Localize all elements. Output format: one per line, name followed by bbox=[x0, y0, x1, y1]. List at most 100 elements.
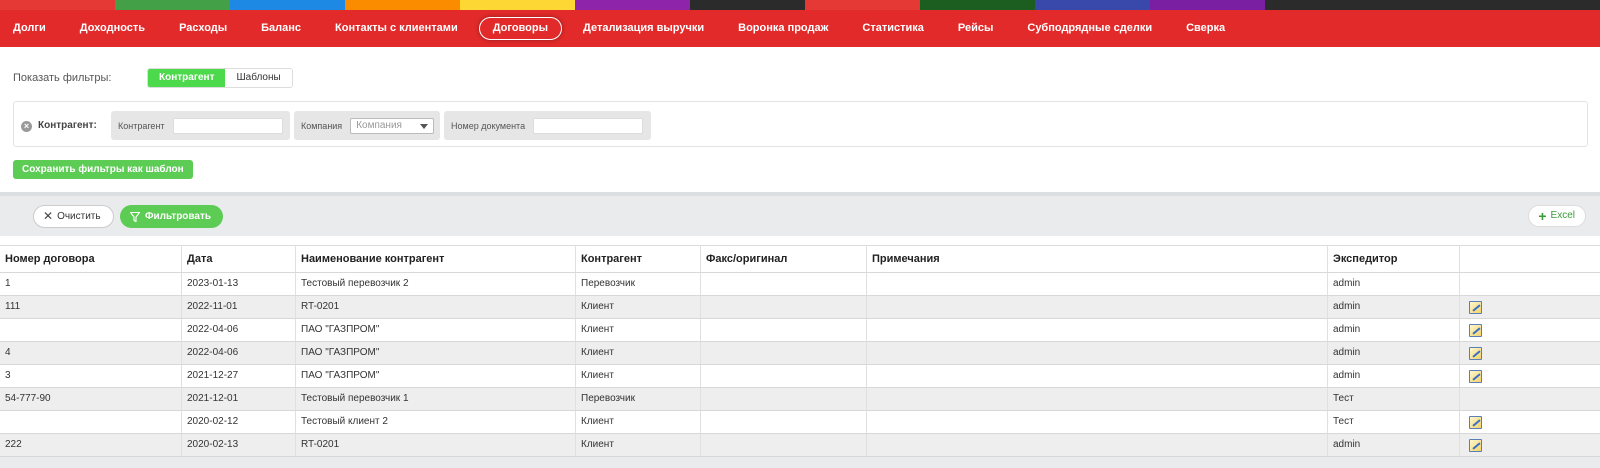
nav-item-profitability[interactable]: Доходность bbox=[67, 17, 158, 40]
table-cell-date: 2022-04-06 bbox=[182, 342, 296, 364]
nav-item-expenses[interactable]: Расходы bbox=[166, 17, 240, 40]
column-header[interactable]: Дата bbox=[182, 246, 296, 272]
table-row[interactable]: 2022-04-06 ПАО "ГАЗПРОМ" Клиент admin bbox=[0, 319, 1600, 342]
chevron-down-icon bbox=[420, 123, 429, 129]
table-cell-num: 3 bbox=[0, 365, 182, 387]
table-cell-notes bbox=[867, 319, 1328, 341]
table-cell-type: Клиент bbox=[576, 296, 701, 318]
table-cell-fax bbox=[701, 434, 867, 456]
counterparty-input[interactable] bbox=[172, 117, 283, 134]
table-cell-num bbox=[0, 319, 182, 341]
table-cell-fax bbox=[701, 319, 867, 341]
table-cell-forwarder: admin bbox=[1328, 365, 1460, 387]
main-nav: Долги Доходность Расходы Баланс Контакты… bbox=[0, 10, 1600, 47]
table-row[interactable]: 54-777-90 2021-12-01 Тестовый перевозчик 1… bbox=[0, 388, 1600, 411]
edit-icon[interactable] bbox=[1469, 324, 1482, 337]
doc-number-filter-label: Номер документа bbox=[451, 120, 526, 131]
nav-item-client-contacts[interactable]: Контакты с клиентами bbox=[322, 17, 471, 40]
table-cell-type: Клиент bbox=[576, 342, 701, 364]
excel-export-button[interactable]: + Excel bbox=[1528, 205, 1586, 227]
table-cell-notes bbox=[867, 296, 1328, 318]
filter-button[interactable]: Фильтровать bbox=[120, 205, 224, 228]
column-header bbox=[1460, 246, 1600, 272]
table-cell-name: RT-0201 bbox=[296, 434, 576, 456]
table-cell-actions bbox=[1460, 319, 1600, 341]
table-cell-actions bbox=[1460, 365, 1600, 387]
column-header[interactable]: Контрагент bbox=[576, 246, 701, 272]
table-cell-notes bbox=[867, 434, 1328, 456]
segment-templates[interactable]: Шаблоны bbox=[225, 69, 292, 87]
table-row[interactable]: 3 2021-12-27 ПАО "ГАЗПРОМ" Клиент admin bbox=[0, 365, 1600, 388]
nav-item-reconciliation[interactable]: Сверка bbox=[1173, 17, 1238, 40]
company-select[interactable]: Компания bbox=[350, 117, 435, 134]
table-row[interactable]: 111 2022-11-01 RT-0201 Клиент admin bbox=[0, 296, 1600, 319]
edit-icon[interactable] bbox=[1469, 301, 1482, 314]
nav-item-balance[interactable]: Баланс bbox=[248, 17, 314, 40]
column-header[interactable]: Номер договора bbox=[0, 246, 182, 272]
table-cell-num: 54-777-90 bbox=[0, 388, 182, 410]
edit-icon[interactable] bbox=[1469, 347, 1482, 360]
table-cell-actions bbox=[1460, 388, 1600, 410]
filter-segment-control: Контрагент Шаблоны bbox=[147, 68, 293, 88]
table-cell-fax bbox=[701, 365, 867, 387]
table-cell-type: Клиент bbox=[576, 411, 701, 433]
top-color-strip bbox=[0, 0, 1600, 10]
table-cell-date: 2022-04-06 bbox=[182, 319, 296, 341]
filter-button-label: Фильтровать bbox=[145, 211, 212, 222]
counterparty-filter-label: Контрагент bbox=[118, 120, 165, 131]
doc-number-input[interactable] bbox=[533, 117, 644, 134]
nav-item-subcontract-deals[interactable]: Субподрядные сделки bbox=[1014, 17, 1165, 40]
clear-button[interactable]: ✕ Очистить bbox=[33, 205, 114, 228]
nav-item-debts[interactable]: Долги bbox=[0, 17, 59, 40]
nav-item-sales-funnel[interactable]: Воронка продаж bbox=[725, 17, 841, 40]
table-cell-name: ПАО "ГАЗПРОМ" bbox=[296, 319, 576, 341]
bottom-bar bbox=[0, 457, 1600, 468]
column-header[interactable]: Примечания bbox=[867, 246, 1328, 272]
close-filter-icon[interactable]: × bbox=[21, 121, 32, 132]
table-cell-date: 2023-01-13 bbox=[182, 273, 296, 295]
table-cell-fax bbox=[701, 296, 867, 318]
table-cell-type: Перевозчик bbox=[576, 388, 701, 410]
table-row[interactable]: 2020-02-12 Тестовый клиент 2 Клиент Тест bbox=[0, 411, 1600, 434]
table-cell-forwarder: Тест bbox=[1328, 411, 1460, 433]
table-row[interactable]: 222 2020-02-13 RT-0201 Клиент admin bbox=[0, 434, 1600, 457]
column-header[interactable]: Экспедитор bbox=[1328, 246, 1460, 272]
table-row[interactable]: 1 2023-01-13 Тестовый перевозчик 2 Перевозч… bbox=[0, 273, 1600, 296]
table-cell-name: ПАО "ГАЗПРОМ" bbox=[296, 365, 576, 387]
edit-icon[interactable] bbox=[1469, 416, 1482, 429]
excel-button-label: Excel bbox=[1550, 210, 1575, 221]
save-template-button[interactable]: Сохранить фильтры как шаблон bbox=[13, 160, 193, 179]
edit-icon[interactable] bbox=[1469, 439, 1482, 452]
doc-number-filter: Номер документа bbox=[444, 111, 651, 140]
table-cell-forwarder: admin bbox=[1328, 342, 1460, 364]
table-cell-date: 2020-02-13 bbox=[182, 434, 296, 456]
table-cell-actions bbox=[1460, 411, 1600, 433]
table-body: 1 2023-01-13 Тестовый перевозчик 2 Перевозч… bbox=[0, 273, 1600, 457]
nav-item-statistics[interactable]: Статистика bbox=[849, 17, 937, 40]
table-cell-name: Тестовый перевозчик 1 bbox=[296, 388, 576, 410]
company-filter: Компания Компания bbox=[294, 111, 440, 140]
table-cell-name: Тестовый перевозчик 2 bbox=[296, 273, 576, 295]
table-cell-forwarder: Тест bbox=[1328, 388, 1460, 410]
table-cell-date: 2021-12-01 bbox=[182, 388, 296, 410]
action-toolbar: ✕ Очистить Фильтровать + Excel bbox=[0, 192, 1600, 236]
column-header[interactable]: Наименование контрагент bbox=[296, 246, 576, 272]
nav-item-revenue-details[interactable]: Детализация выручки bbox=[570, 17, 717, 40]
table-cell-forwarder: admin bbox=[1328, 434, 1460, 456]
company-filter-label: Компания bbox=[301, 120, 343, 131]
table-cell-fax bbox=[701, 342, 867, 364]
table-cell-num: 4 bbox=[0, 342, 182, 364]
table-row[interactable]: 4 2022-04-06 ПАО "ГАЗПРОМ" Клиент admin bbox=[0, 342, 1600, 365]
table-cell-date: 2020-02-12 bbox=[182, 411, 296, 433]
table-cell-name: RT-0201 bbox=[296, 296, 576, 318]
table-cell-notes bbox=[867, 411, 1328, 433]
funnel-icon bbox=[130, 211, 140, 222]
table-cell-num: 111 bbox=[0, 296, 182, 318]
nav-item-trips[interactable]: Рейсы bbox=[945, 17, 1006, 40]
column-header[interactable]: Факс/оригинал bbox=[701, 246, 867, 272]
table-cell-forwarder: admin bbox=[1328, 296, 1460, 318]
table-cell-actions bbox=[1460, 434, 1600, 456]
nav-item-contracts[interactable]: Договоры bbox=[478, 17, 562, 40]
segment-counterparty[interactable]: Контрагент bbox=[148, 69, 226, 87]
edit-icon[interactable] bbox=[1469, 370, 1482, 383]
